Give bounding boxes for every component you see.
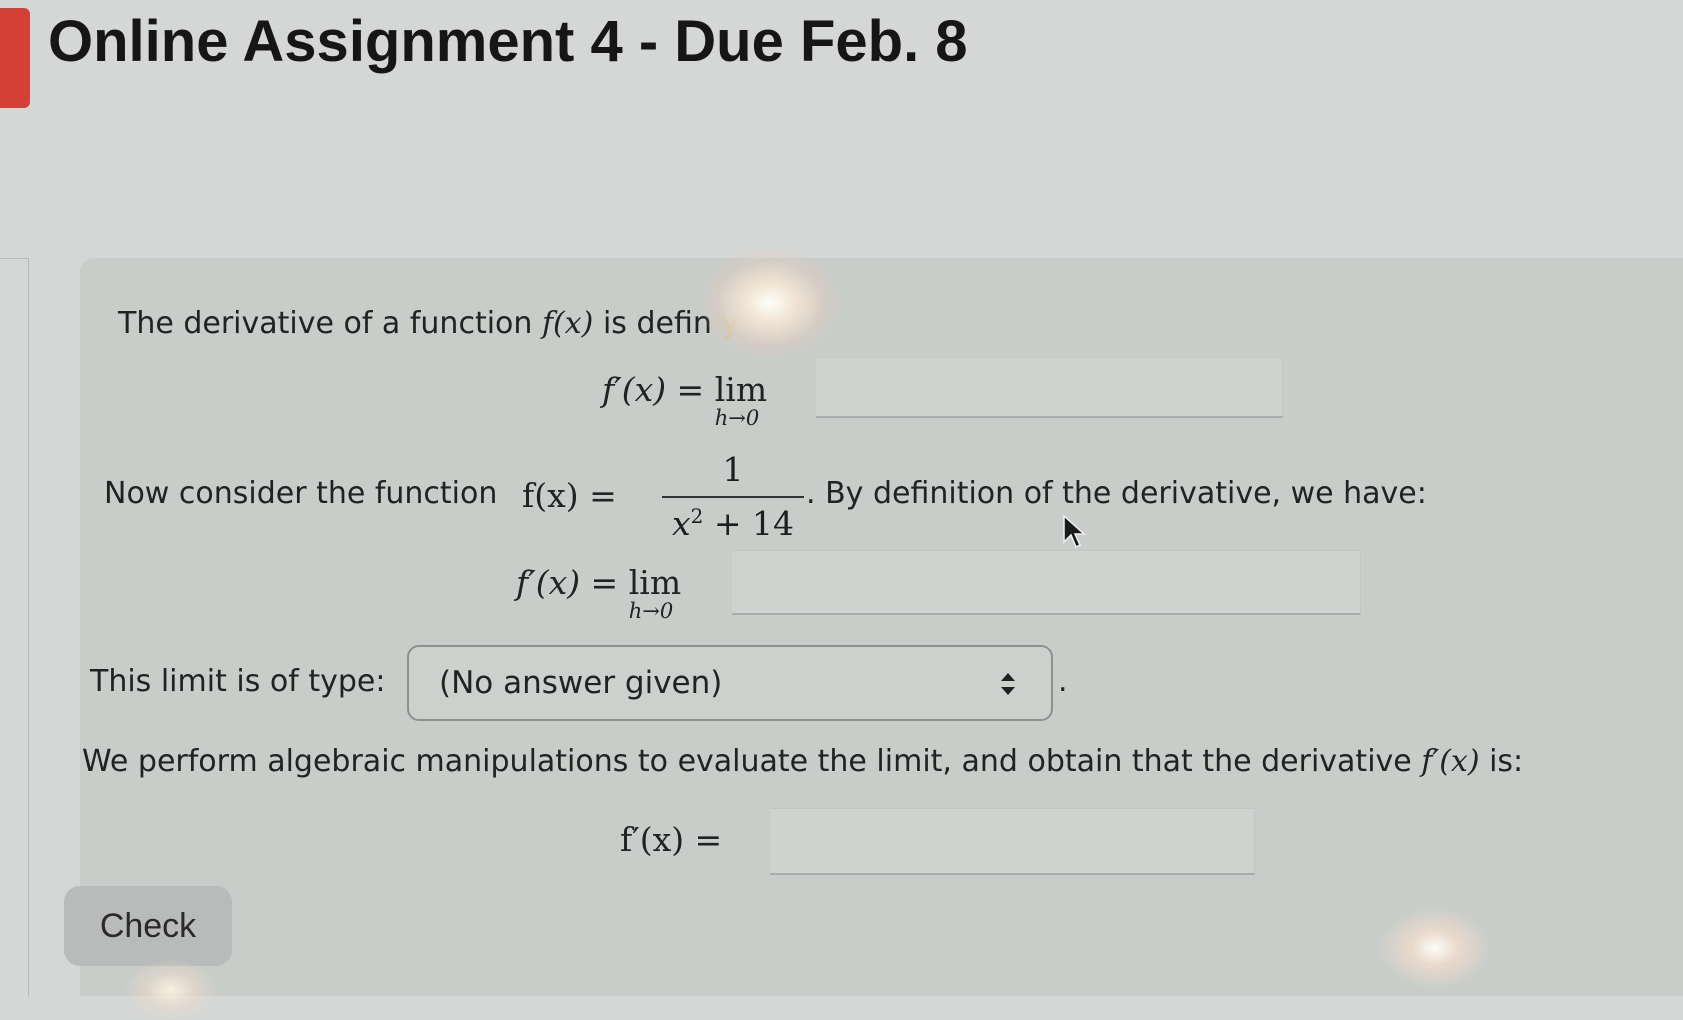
limit-operator: lim h→0 <box>714 370 768 430</box>
left-panel-edge <box>0 258 29 997</box>
intro-function: f(x) <box>541 306 594 341</box>
fraction-numerator: 1 <box>722 450 744 489</box>
lim-text-2: lim <box>628 563 682 602</box>
limit-operator-2: lim h→0 <box>628 563 682 623</box>
intro-tail: y <box>721 306 740 341</box>
intro-suffix: is defin <box>602 306 712 341</box>
function-fraction: 1 x2 + 14 <box>662 450 804 543</box>
lim-subscript: h→0 <box>714 406 760 430</box>
definition-formula: f′(x) = lim h→0 <box>602 370 768 430</box>
mouse-pointer-icon <box>1063 514 1086 549</box>
consider-prefix: Now consider the function <box>104 476 498 511</box>
definition-answer-input[interactable] <box>816 357 1283 418</box>
select-period: . <box>1058 664 1068 699</box>
intro-prefix: The derivative of a function <box>118 306 533 341</box>
derivative-limit-lhs: f′(x) = <box>516 563 619 602</box>
manipulation-line: We perform algebraic manipulations to ev… <box>82 744 1523 779</box>
title-accent-bar <box>0 8 30 108</box>
definition-lhs: f′(x) = <box>602 370 705 409</box>
derivative-limit-formula: f′(x) = lim h→0 <box>516 563 682 623</box>
lim-subscript-2: h→0 <box>628 599 674 623</box>
final-derivative-input[interactable] <box>770 808 1255 875</box>
limit-type-label: This limit is of type: <box>90 664 386 699</box>
manipulation-suffix: is: <box>1489 744 1524 779</box>
check-button[interactable]: Check <box>64 886 232 966</box>
page-title: Online Assignment 4 - Due Feb. 8 <box>48 9 968 74</box>
final-derivative-lhs: f′(x) = <box>620 820 723 859</box>
up-down-arrow-icon <box>1001 673 1015 695</box>
limit-type-value: (No answer given) <box>439 665 723 701</box>
fraction-bar <box>662 496 804 498</box>
lim-text: lim <box>714 370 768 409</box>
manipulation-function: f′(x) <box>1421 744 1480 779</box>
manipulation-prefix: We perform algebraic manipulations to ev… <box>82 744 1412 779</box>
consider-suffix: . By definition of the derivative, we ha… <box>806 476 1427 511</box>
consider-function: f(x) = <box>522 476 617 515</box>
fraction-denominator: x2 + 14 <box>672 504 794 543</box>
limit-expression-input[interactable] <box>732 550 1361 615</box>
limit-type-select[interactable]: (No answer given) <box>407 645 1053 721</box>
intro-line: The derivative of a function f(x) is def… <box>118 306 739 341</box>
